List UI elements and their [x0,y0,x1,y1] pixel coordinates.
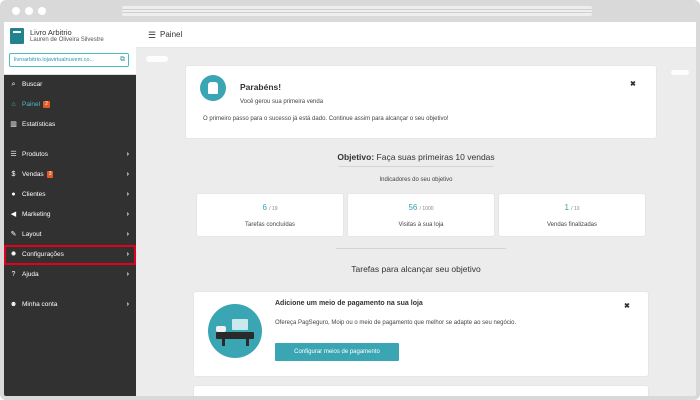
address-bar[interactable] [122,6,592,16]
chevron-right-icon: › [126,151,129,158]
stat-label: Tarefas concluídas [244,222,296,228]
stat-value: 6 [262,203,267,212]
congrats-card: Parabéns! Você gerou sua primeira venda … [186,66,656,138]
sidebar-item-label: Vendas [22,171,44,178]
sidebar-item-label: Ajuda [22,271,39,278]
cloud-decoration [146,56,168,62]
indicators-label: Indicadores do seu objetivo [379,177,453,183]
stat-label: Visitas à sua loja [398,222,444,228]
store-link[interactable]: livroarbitrio.lojavirtualnuvem.co... ⧉ [9,53,129,67]
store-name: Livro Arbitrio [30,28,72,37]
sidebar-item-label: Buscar [22,81,43,88]
sidebar-item-label: Marketing [22,211,51,218]
chevron-right-icon: › [126,171,129,178]
divider [336,248,506,249]
browser-toolbar [4,0,696,22]
chevron-right-icon: › [126,191,129,198]
sidebar-item-label: Painel [22,101,41,108]
brush-icon: ✎ [10,231,17,238]
tasks-title: Tarefas para alcançar seu objetivo [351,264,481,274]
sidebar-item-configuracoes[interactable]: ✹ Configurações › [4,245,136,265]
sidebar-item-ajuda[interactable]: ? Ajuda › [4,265,136,285]
gear-icon: ✹ [10,251,17,258]
stat-value: 56 [408,203,418,212]
congrats-subtitle: Você gerou sua primeira venda [240,99,324,105]
task-title: Adicione um meio de pagamento na sua loj… [275,300,423,307]
sidebar-item-label: Configurações [22,251,64,258]
search-icon: ⌕ [11,81,16,88]
window-minimize-dot[interactable] [25,7,33,15]
stat-total: / 19 [269,206,278,212]
stat-card-visits: 56 / 1000 Visitas à sua loja [348,194,494,236]
sidebar-item-clientes[interactable]: ● Clientes › [4,185,136,205]
users-icon: ● [11,191,16,198]
sidebar-item-label: Minha conta [22,301,58,308]
bar-chart-icon: ▥ [10,121,17,128]
sidebar: Livro Arbitrio Lauren de Oliveira Silves… [4,22,136,396]
megaphone-icon: ◀ [10,211,17,218]
sidebar-item-label: Clientes [22,191,46,198]
sidebar-item-marketing[interactable]: ◀ Marketing › [4,205,136,225]
chevron-right-icon: › [126,271,129,278]
stat-value: 1 [564,203,569,212]
next-task-card [194,386,648,396]
congrats-message: O primeiro passo para o sucesso já está … [203,116,449,122]
home-icon: ⌂ [11,101,16,108]
browser-window: Livro Arbitrio Lauren de Oliveira Silves… [0,0,700,400]
stat-card-tasks: 6 / 19 Tarefas concluídas [197,194,343,236]
stat-label: Vendas finalizadas [546,222,598,228]
chevron-right-icon: › [126,211,129,218]
stat-total: / 10 [571,206,580,212]
menu-icon[interactable]: ☰ [148,30,156,41]
sidebar-item-label: Layout [22,231,42,238]
sidebar-item-label: Estatísticas [22,121,56,128]
close-icon[interactable]: ✖ [630,80,636,88]
objective-heading: Objetivo: Faça suas primeiras 10 vendas [136,152,696,162]
sidebar-item-produtos[interactable]: ☰ Produtos › [4,145,136,165]
payment-task-card: Adicione um meio de pagamento na sua loj… [194,292,648,376]
list-icon: ☰ [10,151,17,158]
sidebar-item-painel[interactable]: ⌂ Painel 2 [4,95,136,115]
window-close-dot[interactable] [12,7,20,15]
sidebar-item-vendas[interactable]: $ Vendas 3 › [4,165,136,185]
notification-badge: 2 [43,101,50,108]
external-link-icon: ⧉ [120,56,125,63]
cloud-decoration [671,70,689,75]
sidebar-item-minha-conta[interactable]: ☻ Minha conta › [4,295,136,315]
user-icon: ☻ [9,301,18,308]
task-description: Ofereça PagSeguro, Moip ou o meio de pag… [275,320,517,326]
sidebar-spacer [4,135,136,145]
store-owner: Lauren de Oliveira Silvestre [30,37,104,43]
sidebar-spacer [4,285,136,295]
store-header: Livro Arbitrio Lauren de Oliveira Silves… [4,22,136,75]
trophy-hand-icon [200,75,226,101]
sidebar-item-buscar[interactable]: ⌕ Buscar [4,75,136,95]
stat-total: / 1000 [419,206,434,212]
close-icon[interactable]: ✖ [624,302,630,310]
sidebar-item-layout[interactable]: ✎ Layout › [4,225,136,245]
objective-label: Objetivo: [337,152,375,162]
sidebar-nav: ⌕ Buscar ⌂ Painel 2 ▥ Estatísticas ☰ Prod… [4,75,136,315]
notification-badge: 3 [46,171,54,178]
dollar-icon: $ [11,171,16,178]
sidebar-item-label: Produtos [22,151,49,158]
chevron-right-icon: › [126,251,129,258]
stat-card-sales: 1 / 10 Vendas finalizadas [499,194,645,236]
payment-illustration-icon [208,304,262,358]
chevron-right-icon: › [126,301,129,308]
congrats-title: Parabéns! [240,82,282,92]
chevron-right-icon: › [126,231,129,238]
top-bar: ☰ Painel [136,22,696,48]
objective-text: Faça suas primeiras 10 vendas [376,152,495,162]
help-icon: ? [11,271,16,278]
book-logo-icon [10,28,24,44]
page-title: Painel [160,30,183,39]
divider [339,166,493,167]
store-url: livroarbitrio.lojavirtualnuvem.co... [14,57,95,63]
window-maximize-dot[interactable] [38,7,46,15]
configure-payment-button[interactable]: Configurar meios de pagamento [275,343,399,361]
sidebar-item-estatisticas[interactable]: ▥ Estatísticas [4,115,136,135]
main-content: Parabéns! Você gerou sua primeira venda … [136,48,696,396]
